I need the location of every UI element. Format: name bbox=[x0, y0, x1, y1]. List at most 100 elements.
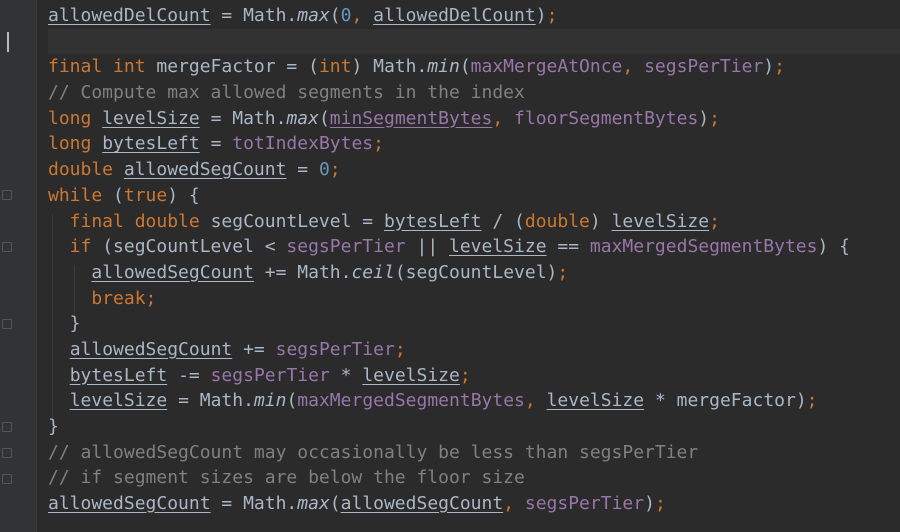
code-token: ) bbox=[535, 5, 547, 26]
code-token: , bbox=[524, 390, 547, 412]
code-token: if bbox=[48, 236, 103, 258]
code-line[interactable]: allowedSegCount += segsPerTier; bbox=[48, 337, 900, 363]
code-token: ; bbox=[373, 133, 384, 155]
code-line[interactable]: bytesLeft -= segsPerTier * levelSize; bbox=[48, 363, 900, 389]
code-token: ) bbox=[589, 210, 612, 232]
code-token: * bbox=[329, 364, 363, 386]
fold-marker-icon[interactable] bbox=[2, 422, 12, 432]
code-token: ) bbox=[644, 493, 655, 515]
code-line[interactable]: break; bbox=[48, 286, 900, 312]
code-token: maxMergedSegmentBytes bbox=[297, 390, 525, 412]
code-token: ; bbox=[806, 390, 818, 412]
code-token: levelSize bbox=[69, 390, 168, 412]
code-token: 0 bbox=[318, 159, 330, 181]
code-token: allowedSegCount bbox=[48, 493, 211, 515]
code-line[interactable]: final double segCountLevel = bytesLeft /… bbox=[48, 209, 900, 235]
code-token: , bbox=[351, 5, 374, 26]
code-line[interactable]: // Compute max allowed segments in the i… bbox=[48, 80, 900, 106]
code-token: max bbox=[286, 107, 319, 129]
code-line[interactable]: double allowedSegCount = 0; bbox=[48, 157, 900, 183]
code-token: segCountLevel = bbox=[210, 210, 384, 232]
code-line[interactable]: } bbox=[48, 311, 900, 337]
fold-marker-icon[interactable] bbox=[2, 319, 12, 329]
fold-marker-icon[interactable] bbox=[2, 448, 12, 458]
code-token: maxMergeAtOnce bbox=[470, 56, 623, 78]
code-token: ( bbox=[459, 56, 471, 78]
code-line[interactable]: long bytesLeft = totIndexBytes; bbox=[48, 131, 900, 157]
code-token: // if segment sizes are below the floor … bbox=[48, 467, 525, 489]
code-token: * mergeFactor) bbox=[644, 390, 807, 412]
code-token: min bbox=[427, 56, 460, 78]
code-line[interactable]: while (true) { bbox=[48, 183, 900, 209]
editor-gutter[interactable] bbox=[0, 0, 36, 532]
code-token: allowedSegCount bbox=[340, 493, 504, 515]
text-caret bbox=[7, 32, 9, 52]
code-token: ; bbox=[709, 107, 720, 129]
fold-marker-icon[interactable] bbox=[2, 242, 12, 252]
code-token: = Math. bbox=[199, 107, 287, 129]
fold-marker-icon[interactable] bbox=[2, 474, 12, 484]
code-token: , bbox=[503, 493, 525, 515]
code-token: ; bbox=[709, 210, 720, 232]
code-token: bytesLeft bbox=[383, 210, 482, 232]
code-token: segsPerTier bbox=[210, 364, 330, 386]
code-token: } bbox=[48, 416, 59, 437]
code-token: minSegmentBytes bbox=[329, 107, 493, 129]
code-token: ; bbox=[774, 56, 785, 78]
code-token: segsPerTier bbox=[524, 493, 645, 515]
code-token: = Math. bbox=[210, 493, 298, 515]
code-line[interactable]: allowedSegCount += Math.ceil(segCountLev… bbox=[48, 260, 900, 286]
code-token: } bbox=[48, 313, 81, 335]
code-line[interactable]: // allowedSegCount may occasionally be l… bbox=[48, 440, 900, 466]
code-token: ) bbox=[698, 107, 710, 129]
code-token: = Math. bbox=[210, 5, 298, 26]
code-token: ; bbox=[557, 261, 569, 283]
code-token: long bbox=[48, 107, 103, 129]
code-token: , bbox=[622, 56, 645, 78]
code-line[interactable]: long levelSize = Math.max(minSegmentByte… bbox=[48, 106, 900, 132]
code-line[interactable]: allowedSegCount = Math.max(allowedSegCou… bbox=[48, 491, 900, 517]
code-token: double bbox=[524, 210, 590, 232]
code-token: allowedDelCount bbox=[48, 5, 211, 26]
code-line[interactable] bbox=[48, 28, 900, 55]
code-token: long bbox=[48, 133, 103, 155]
code-token: segsPerTier bbox=[275, 338, 395, 360]
code-token: ( bbox=[286, 390, 298, 412]
code-line[interactable]: // if segment sizes are below the floor … bbox=[48, 465, 900, 491]
code-token: final int bbox=[48, 56, 157, 78]
code-token: double bbox=[48, 159, 124, 181]
code-token: ; bbox=[654, 493, 666, 515]
code-token: int bbox=[318, 56, 352, 78]
code-token: / ( bbox=[481, 210, 525, 232]
code-token: true bbox=[123, 184, 168, 206]
code-token: -= bbox=[167, 364, 211, 386]
code-line[interactable]: final int mergeFactor = (int) Math.min(m… bbox=[48, 54, 900, 80]
code-token: ) bbox=[763, 56, 775, 78]
code-token: ) { bbox=[167, 184, 200, 206]
code-token: min bbox=[253, 390, 287, 412]
code-token: += Math. bbox=[253, 261, 352, 283]
code-token: levelSize bbox=[102, 107, 200, 129]
code-line[interactable]: allowedDelCount = Math.max(0, allowedDel… bbox=[48, 3, 900, 29]
code-token: levelSize bbox=[611, 210, 710, 232]
code-line[interactable]: } bbox=[48, 414, 900, 440]
code-token: ceil bbox=[351, 261, 395, 283]
code-token: segsPerTier bbox=[644, 56, 764, 78]
code-token: (segCountLevel) bbox=[394, 261, 558, 283]
fold-marker-icon[interactable] bbox=[2, 190, 12, 200]
code-editor[interactable]: allowedDelCount = Math.max(0, allowedDel… bbox=[0, 0, 900, 532]
code-token: == bbox=[546, 236, 590, 258]
code-token: allowedSegCount bbox=[91, 261, 254, 283]
code-token: max bbox=[297, 5, 330, 26]
code-line[interactable]: if (segCountLevel < segsPerTier || level… bbox=[48, 234, 900, 260]
code-token: ( bbox=[113, 184, 124, 206]
code-area[interactable]: allowedDelCount = Math.max(0, allowedDel… bbox=[48, 3, 900, 517]
code-line[interactable]: levelSize = Math.min(maxMergedSegmentByt… bbox=[48, 388, 900, 414]
code-token: // allowedSegCount may occasionally be l… bbox=[48, 441, 699, 463]
code-token: while bbox=[48, 184, 114, 206]
code-token: max bbox=[297, 493, 330, 515]
code-token: (segCountLevel < bbox=[102, 236, 287, 258]
